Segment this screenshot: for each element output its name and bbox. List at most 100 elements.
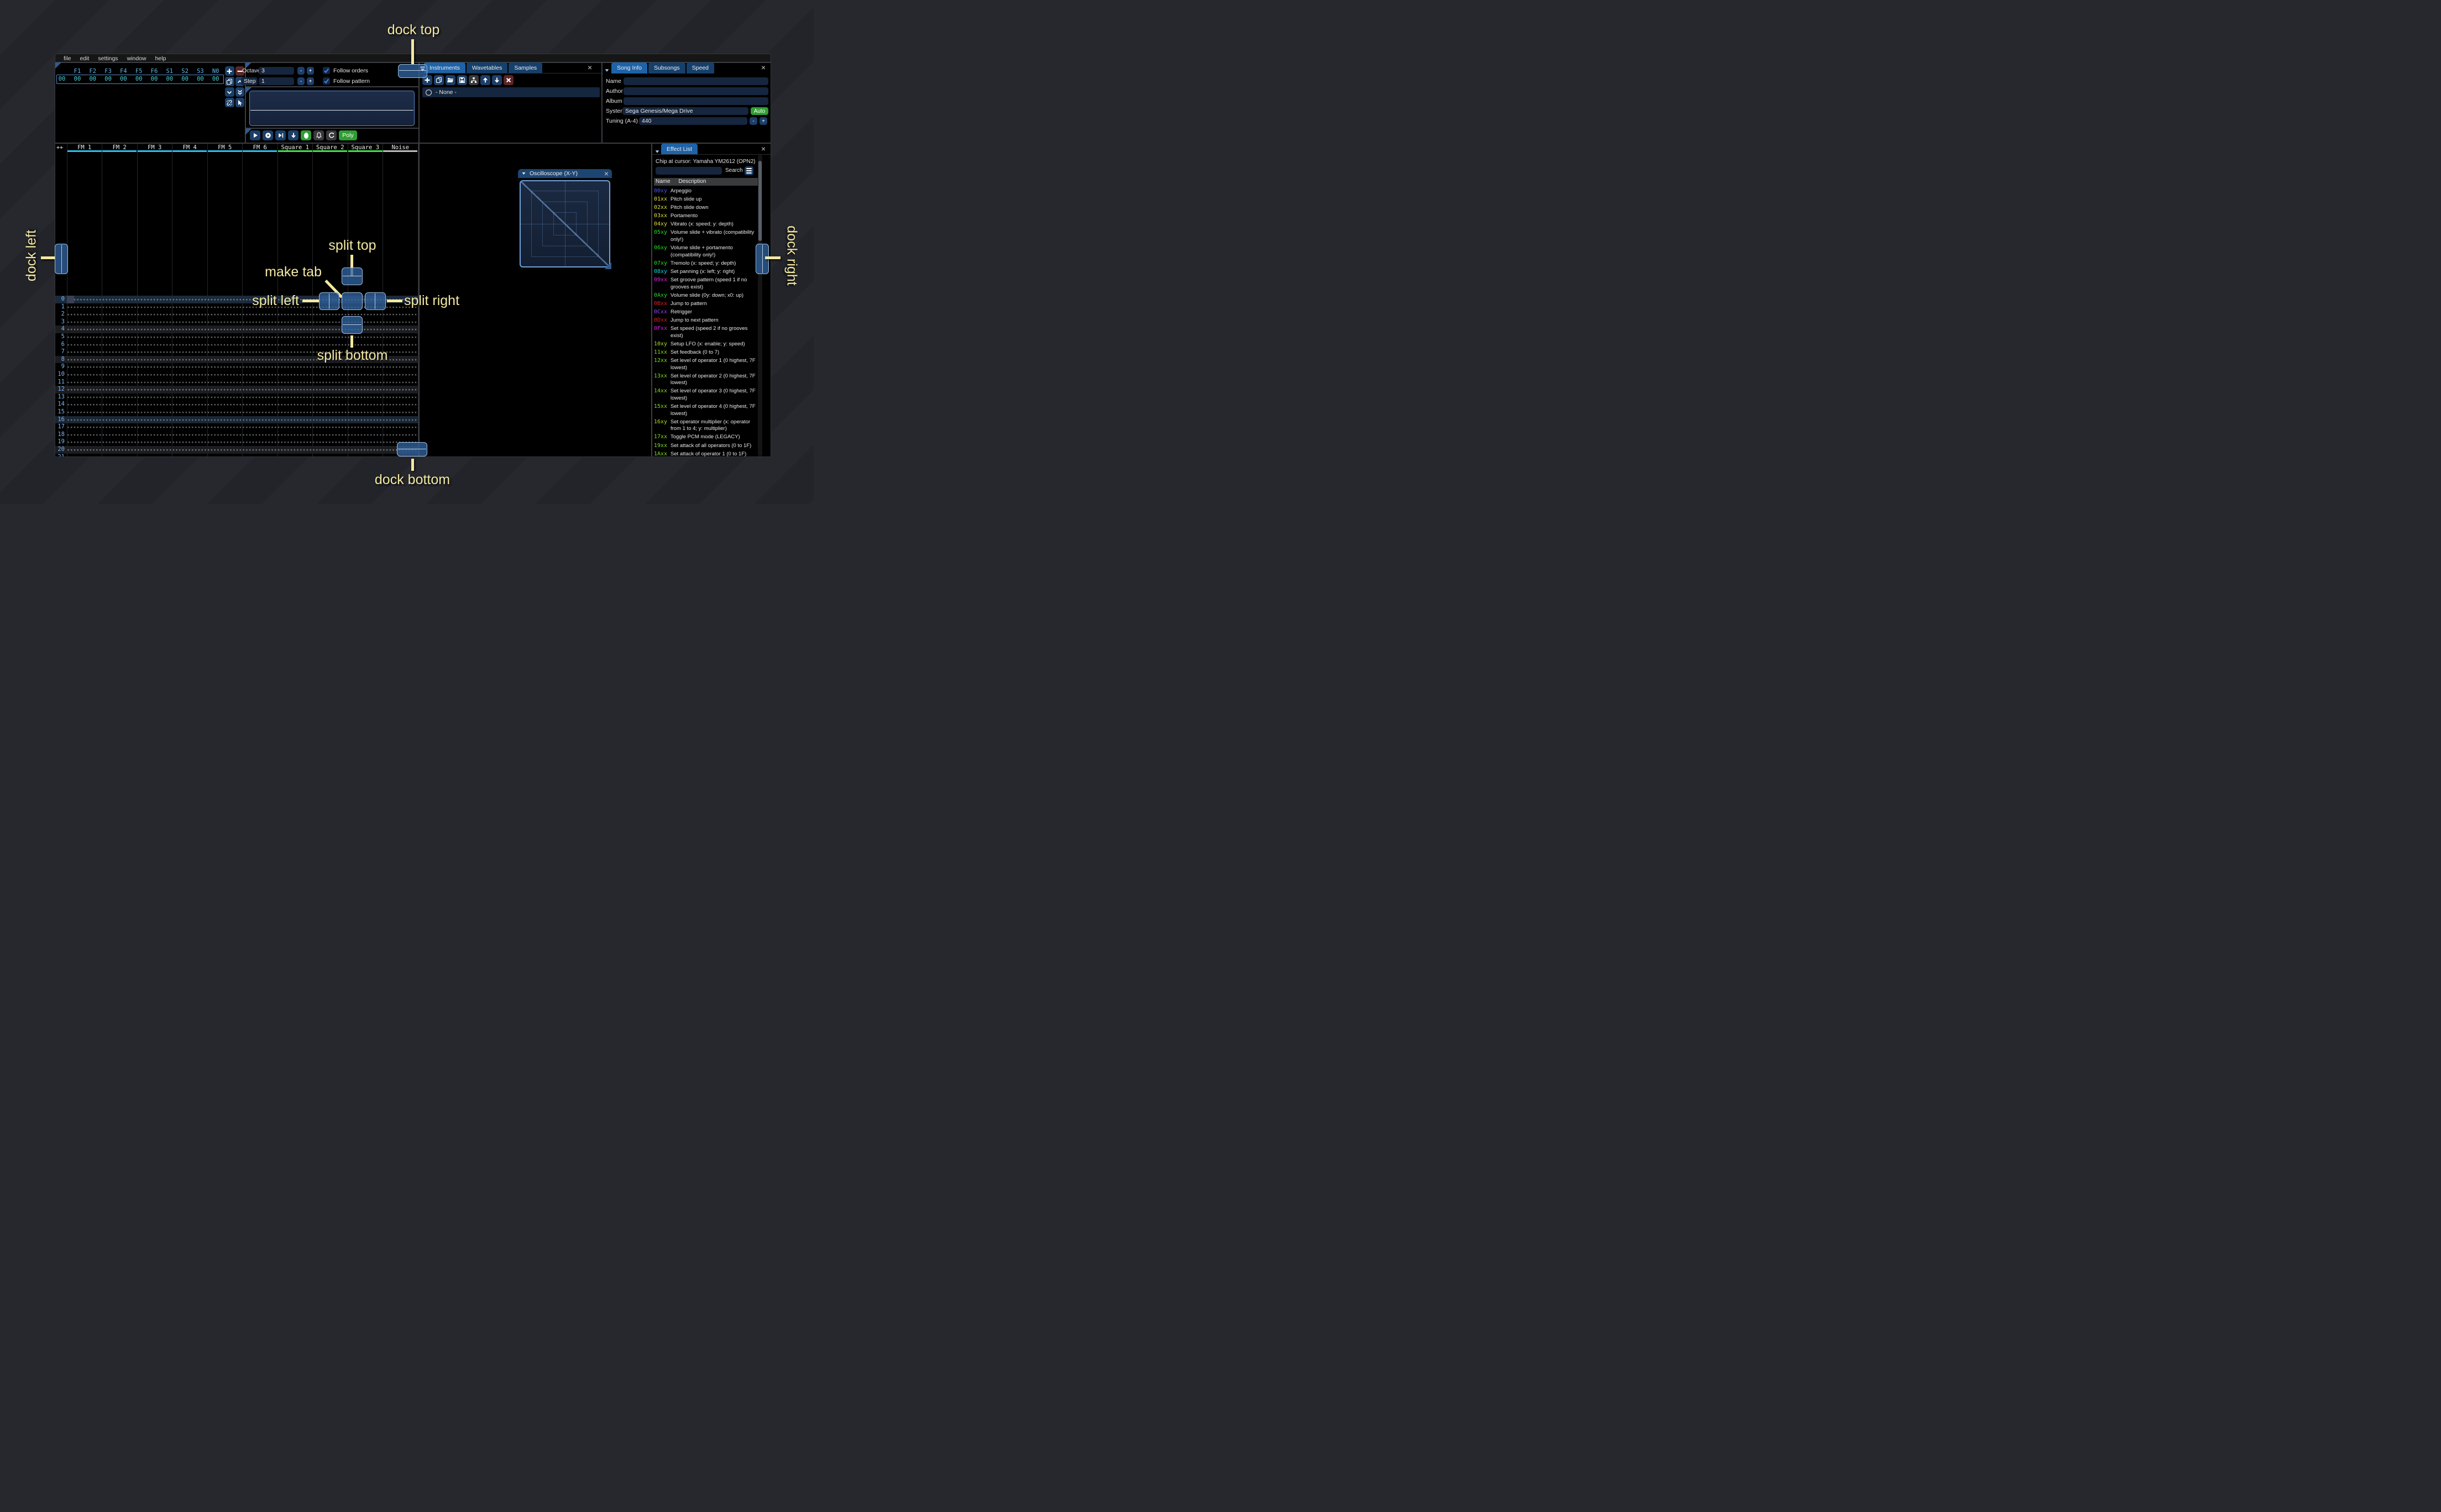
tab-effect-list[interactable]: Effect List	[661, 144, 698, 155]
album-input[interactable]	[624, 97, 768, 105]
effect-row[interactable]: 12xx Set level of operator 1 (0 highest, …	[654, 358, 760, 371]
effect-list-menu-button[interactable]	[745, 166, 753, 175]
menu-file[interactable]: file	[60, 55, 75, 62]
effect-row[interactable]: 00xy Arpeggio	[654, 188, 760, 195]
pattern-row[interactable]: 20	[55, 446, 418, 454]
effect-search-input[interactable]	[656, 167, 722, 175]
effect-row[interactable]: 04xy Vibrato (x: speed; y: depth)	[654, 221, 760, 228]
dock-top-target[interactable]	[398, 64, 427, 78]
system-input[interactable]: Sega Genesis/Mega Drive	[622, 107, 748, 115]
order-cell[interactable]: 00	[208, 76, 223, 82]
effect-row[interactable]: 14xx Set level of operator 3 (0 highest, …	[654, 388, 760, 402]
effect-row[interactable]: 0Cxx Retrigger	[654, 309, 760, 316]
song-info-close-icon[interactable]: ×	[761, 64, 766, 71]
pattern-row[interactable]: 2	[55, 311, 418, 318]
follow-pattern-checkbox[interactable]	[323, 77, 330, 85]
effect-row[interactable]: 0Axy Volume slide (0y: down; x0: up)	[654, 292, 760, 300]
collapse-icon[interactable]	[521, 171, 526, 176]
play-one-row-button[interactable]	[275, 130, 286, 140]
effect-row[interactable]: 16xy Set operator multiplier (x: operator…	[654, 419, 760, 433]
tuning-increase-button[interactable]: +	[759, 117, 767, 125]
pattern-row[interactable]: 18	[55, 431, 418, 439]
pattern-row[interactable]: 0	[55, 296, 418, 303]
tab-instruments[interactable]: Instruments	[424, 62, 465, 74]
repeat-pattern-button[interactable]	[326, 130, 337, 140]
effect-row[interactable]: 08xy Set panning (x: left; y: right)	[654, 269, 760, 276]
deep-clone-order-button[interactable]	[225, 98, 234, 107]
play-from-cursor-button[interactable]	[263, 130, 273, 140]
order-cell[interactable]: 00	[162, 76, 177, 82]
effect-row[interactable]: 01xx Pitch slide up	[654, 196, 760, 203]
add-order-button[interactable]	[225, 66, 234, 76]
oscilloscope-window[interactable]: Oscilloscope (X-Y) ×	[518, 169, 612, 270]
order-row-index[interactable]: 00	[55, 76, 69, 82]
dock-bottom-target[interactable]	[397, 442, 427, 456]
pattern-row[interactable]: 13	[55, 393, 418, 401]
dock-left-target[interactable]	[55, 244, 68, 274]
move-order-down-button[interactable]	[225, 87, 234, 97]
order-cell[interactable]: 00	[192, 76, 208, 82]
pattern-options-corner[interactable]: ++	[56, 144, 63, 152]
octave-decrease-button[interactable]: -	[297, 67, 305, 75]
oscilloscope-titlebar[interactable]: Oscilloscope (X-Y) ×	[518, 169, 612, 178]
orders-corner-wedge[interactable]	[55, 62, 61, 69]
poly-toggle-button[interactable]: Poly	[339, 130, 357, 140]
split-top-target[interactable]	[342, 267, 363, 285]
step-one-row-button[interactable]	[288, 130, 298, 140]
pattern-row[interactable]: 12	[55, 386, 418, 393]
order-edit-mode-button[interactable]	[235, 98, 244, 107]
tuning-input[interactable]: 440	[639, 117, 747, 125]
effect-row[interactable]: 07xy Tremolo (x: speed; y: depth)	[654, 260, 760, 267]
instrument-list-mode-button[interactable]	[469, 75, 479, 85]
menu-settings[interactable]: settings	[94, 55, 122, 62]
effect-list-tablist-icon[interactable]	[654, 147, 660, 157]
octave-increase-button[interactable]: +	[307, 67, 314, 75]
pattern-row[interactable]: 15	[55, 408, 418, 416]
author-input[interactable]	[624, 87, 768, 95]
octave-input[interactable]: 3	[259, 67, 294, 75]
move-order-to-bottom-button[interactable]	[235, 87, 244, 97]
effect-row[interactable]: 15xx Set level of operator 4 (0 highest, …	[654, 403, 760, 417]
menu-help[interactable]: help	[151, 55, 170, 62]
tab-subsongs[interactable]: Subsongs	[648, 62, 685, 74]
song-info-tablist-icon[interactable]	[604, 66, 610, 76]
follow-orders-checkbox[interactable]	[323, 67, 330, 74]
effect-row[interactable]: 10xy Setup LFO (x: enable; y: speed)	[654, 341, 760, 348]
pattern-row[interactable]: 1	[55, 303, 418, 311]
effect-table[interactable]: 00xy Arpeggio 01xx Pitch slide up 02xx Pitch …	[654, 188, 760, 456]
open-instrument-button[interactable]	[446, 75, 455, 85]
effect-row[interactable]: 1Axx Set attack of operator 1 (0 to 1F)	[654, 451, 760, 456]
step-input[interactable]: 1	[259, 77, 294, 85]
split-right-target[interactable]	[365, 292, 386, 310]
effect-row[interactable]: 0Dxx Jump to next pattern	[654, 317, 760, 324]
order-cell[interactable]: 00	[116, 76, 131, 82]
tab-samples[interactable]: Samples	[509, 62, 543, 74]
order-cell[interactable]: 00	[101, 76, 116, 82]
effect-row[interactable]: 06xy Volume slide + portamento (compatibi…	[654, 245, 760, 259]
edit-record-button[interactable]	[301, 130, 311, 140]
pattern-row[interactable]: 4	[55, 326, 418, 333]
pattern-row[interactable]: 3	[55, 318, 418, 326]
tab-speed[interactable]: Speed	[686, 62, 715, 74]
pattern-row[interactable]: 5	[55, 333, 418, 341]
pattern-row[interactable]: 19	[55, 438, 418, 446]
order-cell[interactable]: 00	[85, 76, 101, 82]
menu-edit[interactable]: edit	[76, 55, 93, 62]
make-tab-target[interactable]	[342, 292, 363, 310]
effect-row[interactable]: 17xx Toggle PCM mode (LEGACY)	[654, 434, 760, 441]
order-cell[interactable]: 00	[70, 76, 85, 82]
effect-row[interactable]: 13xx Set level of operator 2 (0 highest, …	[654, 373, 760, 387]
system-auto-button[interactable]: Auto	[751, 107, 768, 115]
duplicate-order-button[interactable]	[225, 77, 234, 86]
play-button[interactable]	[250, 130, 260, 140]
name-input[interactable]	[624, 77, 768, 85]
delete-instrument-button[interactable]	[504, 75, 514, 85]
move-instrument-up-button[interactable]	[480, 75, 490, 85]
effect-row[interactable]: 02xx Pitch slide down	[654, 204, 760, 212]
input-pad[interactable]	[249, 91, 415, 126]
save-instrument-button[interactable]	[457, 75, 467, 85]
effect-row[interactable]: 0Fxx Set speed (speed 2 if no grooves exi…	[654, 326, 760, 339]
tab-wavetables[interactable]: Wavetables	[466, 62, 508, 74]
resize-grip[interactable]	[605, 262, 611, 269]
split-bottom-target[interactable]	[342, 316, 363, 334]
